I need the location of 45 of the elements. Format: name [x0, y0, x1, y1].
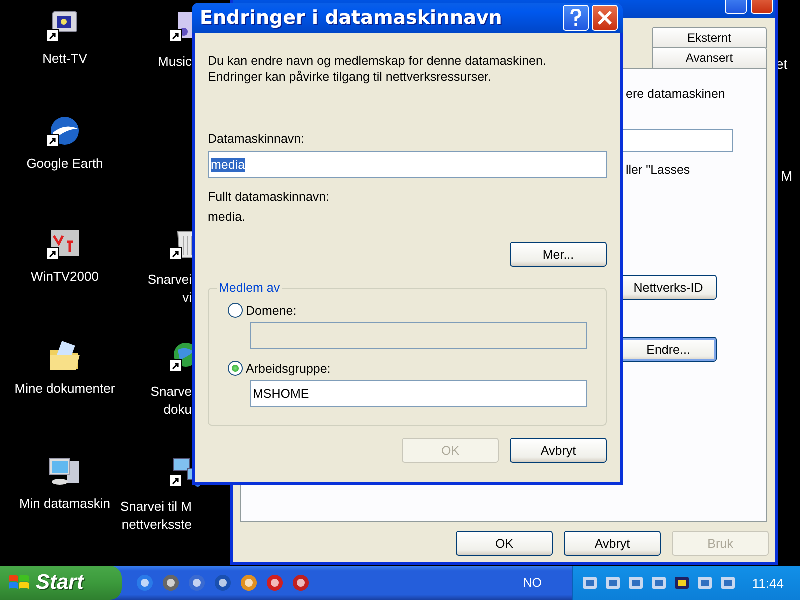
tab[interactable]: Eksternt [652, 27, 767, 48]
window-title: Endringer i datamaskinnavn [200, 7, 504, 29]
help-icon [570, 9, 582, 27]
close-button[interactable] [592, 5, 618, 31]
button[interactable]: Endre... [620, 337, 717, 362]
icon-label: M [781, 168, 793, 184]
clock: 11:44 [752, 576, 784, 590]
button[interactable]: OK [456, 531, 553, 556]
start-button[interactable]: Start [0, 566, 122, 600]
radio-option[interactable]: Arbeidsgruppe: [228, 361, 587, 376]
icon-label: Min datamaskin [19, 495, 111, 513]
description-text: ere datamaskinen [626, 87, 726, 101]
icon-label: vi [182, 289, 192, 307]
icon-label: Snarvei [148, 271, 192, 289]
icon-label: Snarve [150, 383, 192, 401]
group-title: Medlem av [218, 281, 282, 295]
button[interactable]: Avbryt [564, 531, 661, 556]
icon-label: Nett-TV [42, 50, 88, 68]
icon-label: Snarvei til M [120, 498, 192, 516]
input-field[interactable] [250, 322, 587, 349]
icon-label: nettverksste [122, 516, 192, 534]
tab[interactable]: Avansert [652, 47, 767, 68]
description-text: ller "Lasses [626, 163, 690, 177]
field-label: Datamaskinnavn: [208, 131, 306, 147]
input-field[interactable]: MSHOME [250, 380, 587, 407]
icon-label: Mine dokumenter [14, 380, 116, 398]
button[interactable]: Avbryt [510, 438, 607, 463]
help-button[interactable] [563, 5, 589, 31]
description-text: Endringer kan påvirke tilgang til nettverksressurser. [208, 69, 492, 85]
name-field[interactable]: media [208, 151, 607, 178]
icon-label: Google Earth [26, 155, 104, 173]
icon-label: Music [158, 53, 192, 71]
more-button[interactable]: Mer... [510, 242, 607, 267]
close-icon [597, 10, 613, 26]
radio-button[interactable] [228, 361, 243, 376]
field-label: Fullt datamaskinnavn: [208, 189, 331, 205]
description-text: Du kan endre navn og medlemskap for denne datamaskinen. [208, 53, 548, 69]
icon-label: WinTV2000 [31, 268, 99, 286]
radio-button[interactable] [228, 303, 243, 318]
input-field[interactable] [620, 129, 733, 152]
button[interactable]: Nettverks-ID [620, 275, 717, 300]
language-indicator[interactable]: NO [523, 576, 542, 590]
icon-label: doku [164, 401, 192, 419]
radio-option[interactable]: Domene: [228, 303, 587, 318]
full-name-text: media. [208, 209, 247, 225]
